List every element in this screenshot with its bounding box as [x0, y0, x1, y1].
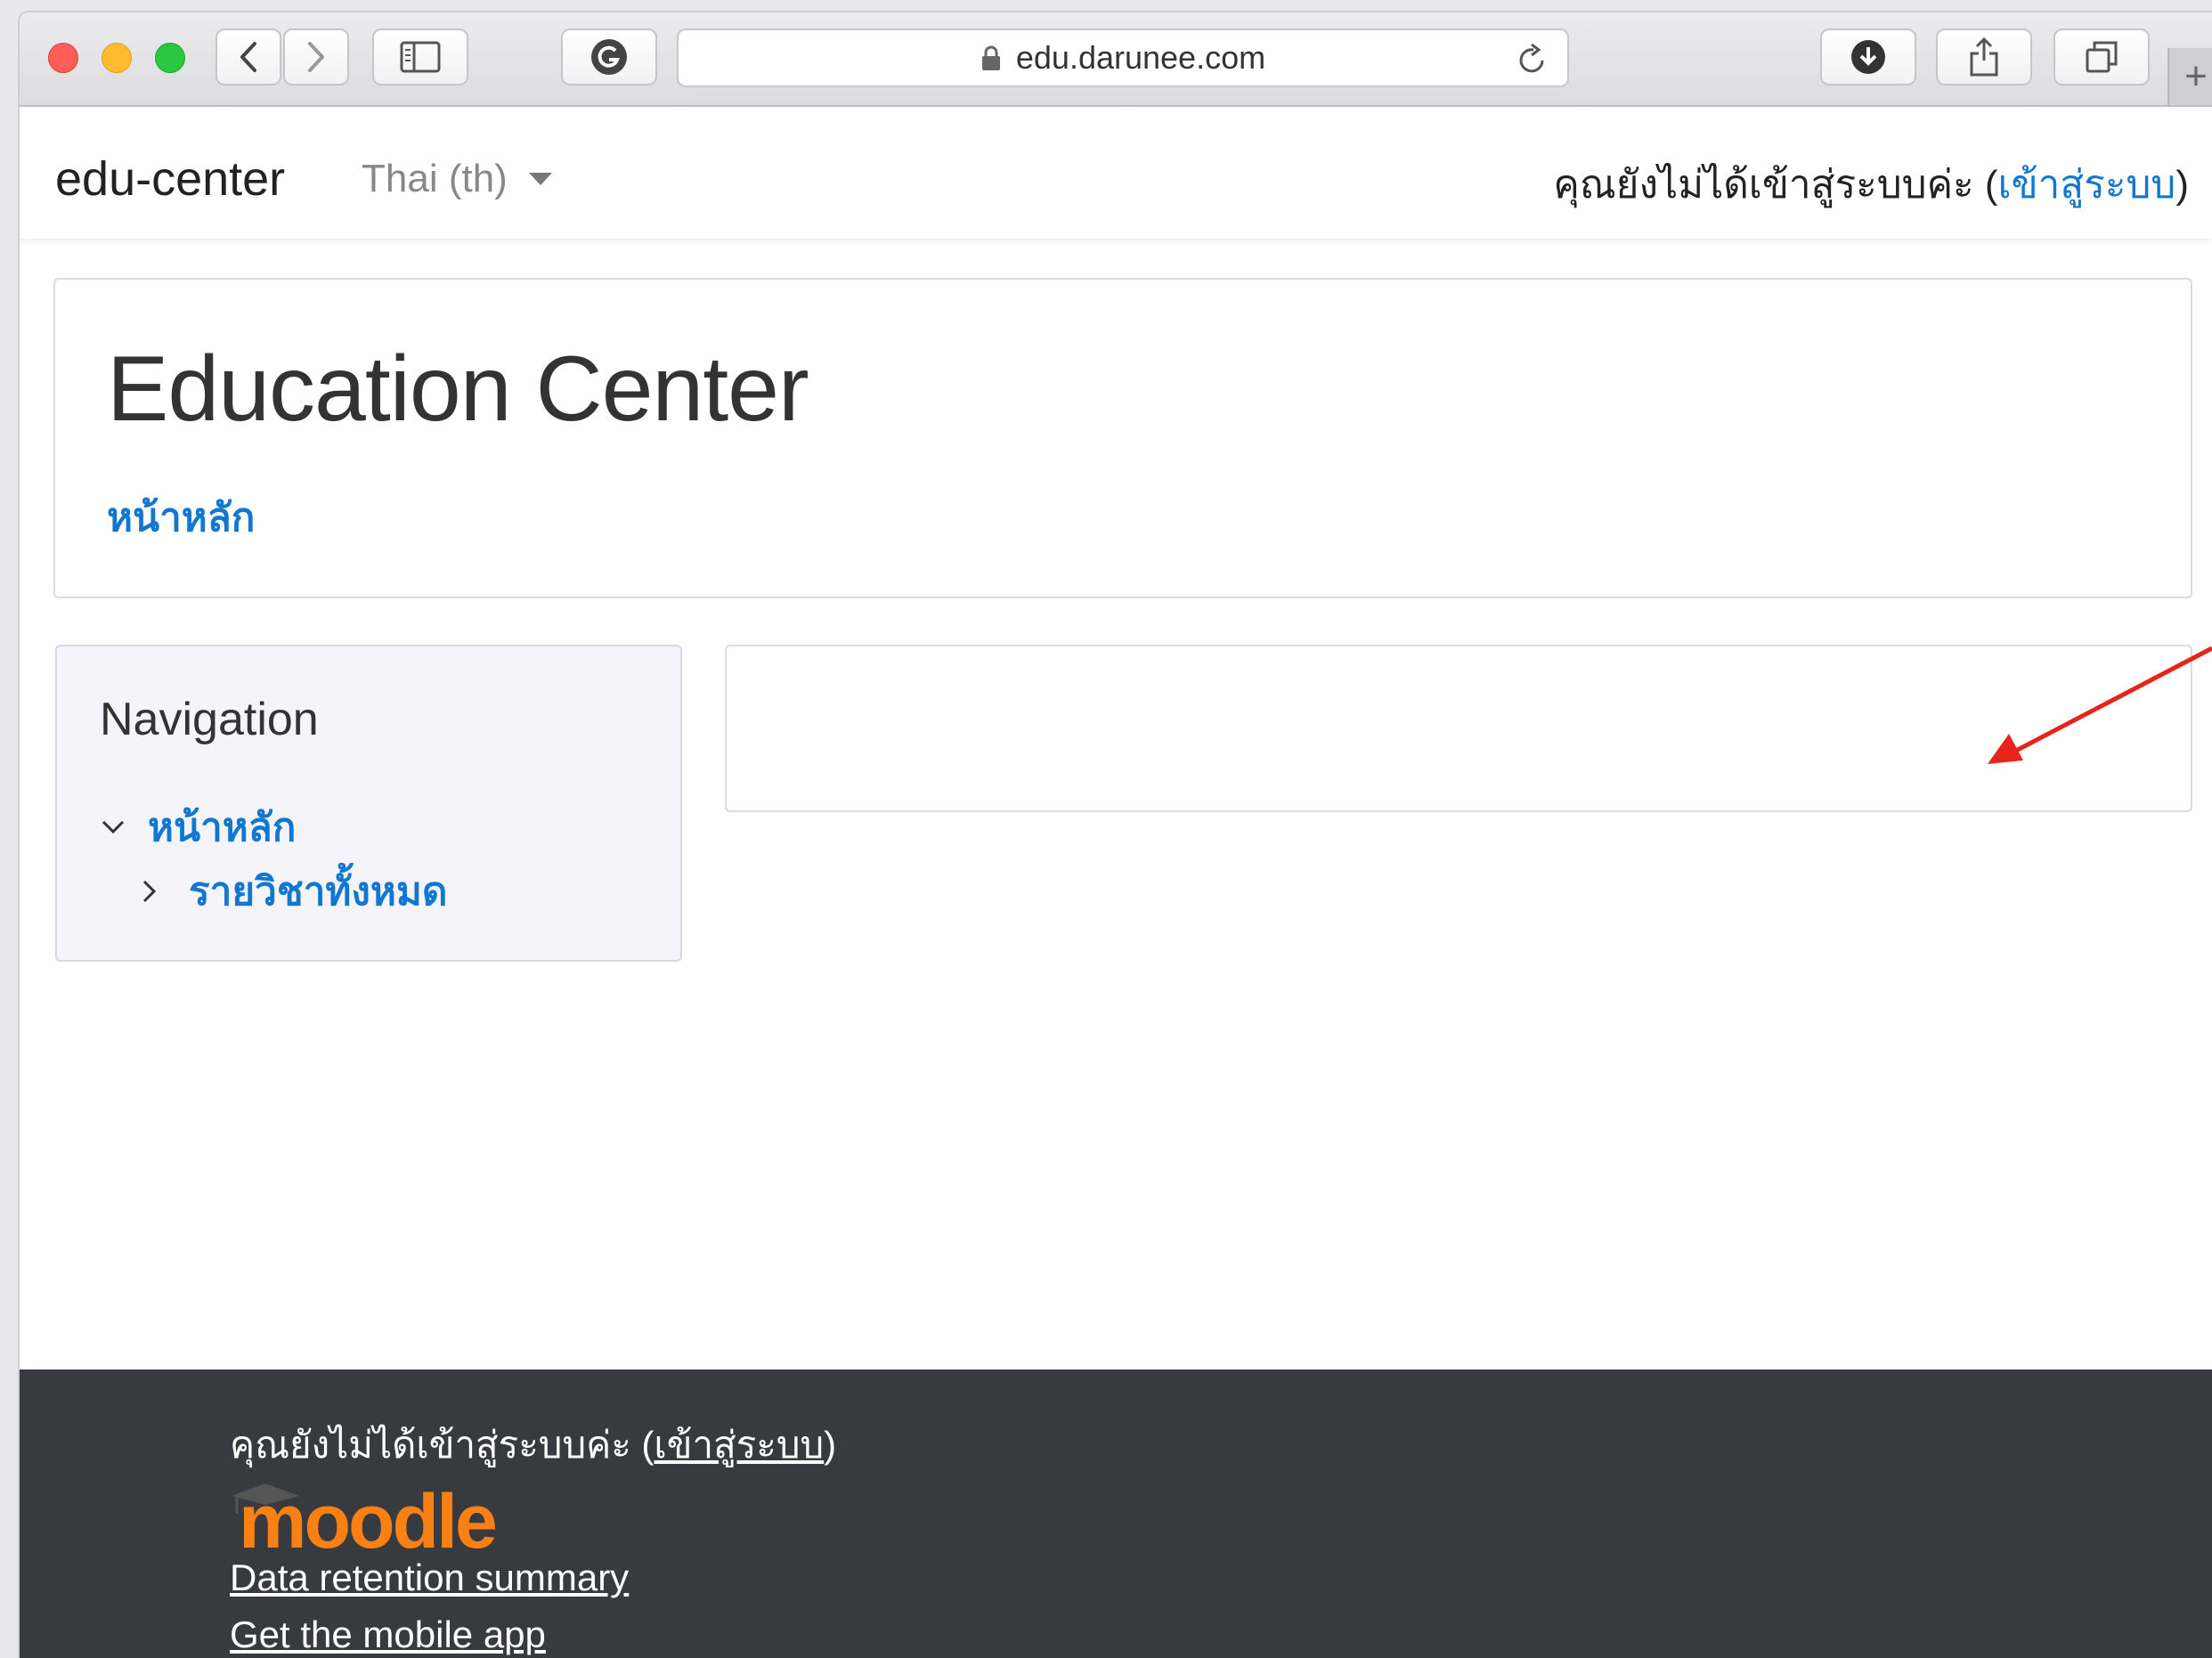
footer-login-text: คุณยังไม่ได้เข้าสู่ระบบค่ะ ( — [230, 1424, 655, 1466]
main-content-block — [725, 645, 2192, 812]
download-icon — [1851, 40, 1885, 74]
url-text: edu.darunee.com — [1015, 39, 1266, 76]
nav-item-all-courses[interactable]: รายวิชาทั้งหมด — [142, 860, 447, 922]
footer-login-link[interactable]: เข้าสู่ระบบ — [654, 1424, 824, 1466]
moodle-logo[interactable]: moodle — [230, 1476, 533, 1551]
sidebar-toggle-button[interactable] — [372, 28, 468, 85]
navigation-block: Navigation หน้าหลัก รายวิชาทั้งหมด — [55, 645, 682, 962]
get-mobile-app-link[interactable]: Get the mobile app — [230, 1613, 546, 1656]
login-status-close: ) — [2175, 163, 2189, 207]
site-brand[interactable]: edu-center — [55, 151, 285, 207]
address-bar[interactable]: edu.darunee.com — [677, 28, 1569, 87]
close-window-button[interactable] — [48, 43, 78, 73]
data-retention-summary-link[interactable]: Data retention summary — [230, 1556, 629, 1599]
lock-icon — [981, 45, 1000, 70]
tab-overview-button[interactable] — [2053, 28, 2150, 85]
navigation-title: Navigation — [100, 694, 319, 745]
zoom-window-button[interactable] — [155, 43, 185, 73]
page-footer: คุณยังไม่ได้เข้าสู่ระบบค่ะ (เข้าสู่ระบบ)… — [20, 1369, 2212, 1658]
login-link[interactable]: เข้าสู่ระบบ — [1998, 163, 2176, 207]
nav-item-label[interactable]: รายวิชาทั้งหมด — [189, 860, 447, 922]
footer-login-info: คุณยังไม่ได้เข้าสู่ระบบค่ะ (เข้าสู่ระบบ) — [230, 1416, 836, 1475]
sidebar-icon — [400, 41, 441, 73]
share-icon — [1970, 37, 1998, 77]
nav-item-home[interactable]: หน้าหลัก — [102, 796, 296, 858]
reload-icon[interactable] — [1516, 41, 1548, 77]
login-info: คุณยังไม่ได้เข้าสู่ระบบค่ะ (เข้าสู่ระบบ) — [1553, 153, 2189, 215]
login-status-text: คุณยังไม่ได้เข้าสู่ระบบค่ะ ( — [1553, 163, 1998, 207]
forward-button[interactable] — [283, 28, 349, 85]
web-page: edu-center Thai (th) คุณยังไม่ได้เข้าสู่… — [20, 107, 2212, 1658]
chevron-left-icon — [240, 42, 256, 72]
browser-window: edu.darunee.com + edu-center Thai (th) ค… — [20, 12, 2212, 1658]
caret-down-icon — [528, 173, 552, 185]
chevron-down-icon — [102, 820, 125, 834]
tabs-icon — [2086, 41, 2118, 73]
minimize-window-button[interactable] — [102, 43, 132, 73]
page-header-card: Education Center หน้าหลัก — [53, 278, 2192, 598]
share-button[interactable] — [1936, 28, 2032, 85]
nav-item-label[interactable]: หน้าหลัก — [148, 796, 296, 858]
new-tab-button[interactable]: + — [2167, 48, 2212, 105]
language-menu[interactable]: Thai (th) — [362, 157, 552, 201]
breadcrumb-home[interactable]: หน้าหลัก — [107, 486, 255, 549]
red-annotation-arrow-icon — [1988, 646, 2212, 764]
svg-text:moodle: moodle — [239, 1479, 495, 1551]
downloads-button[interactable] — [1820, 28, 1916, 85]
back-button[interactable] — [216, 28, 281, 85]
chevron-right-icon — [142, 880, 157, 903]
browser-toolbar: edu.darunee.com + — [20, 12, 2212, 107]
language-label: Thai (th) — [362, 157, 508, 200]
chevron-right-icon — [308, 42, 324, 72]
page-title: Education Center — [107, 337, 809, 441]
site-navbar: edu-center Thai (th) คุณยังไม่ได้เข้าสู่… — [20, 107, 2212, 239]
footer-login-close: ) — [824, 1424, 837, 1466]
grammarly-icon — [591, 39, 627, 75]
grammarly-extension-button[interactable] — [561, 28, 657, 85]
